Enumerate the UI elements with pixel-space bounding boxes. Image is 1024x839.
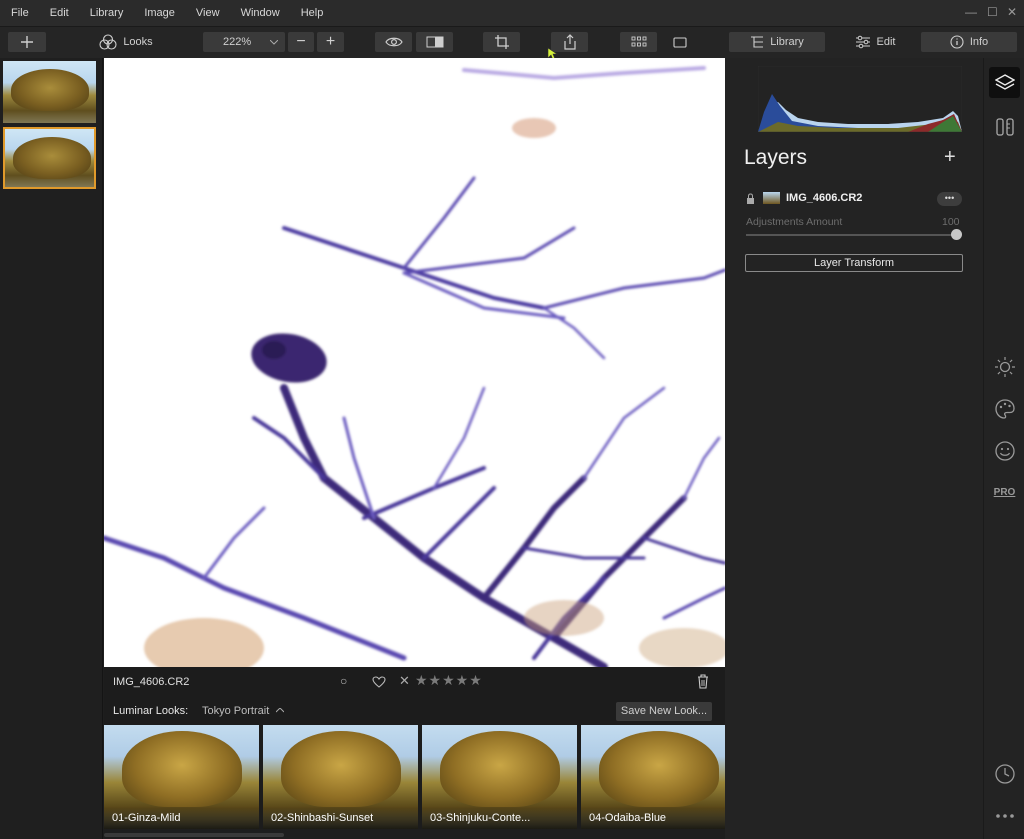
layers-title: Layers	[744, 146, 808, 169]
layer-transform-button[interactable]: Layer Transform	[745, 254, 963, 272]
photo-branches	[104, 66, 725, 667]
image-info-bar: IMG_4606.CR2 ○ ✕ ★★★★★	[104, 667, 725, 697]
looks-scrollbar[interactable]	[104, 833, 284, 837]
menu-file[interactable]: File	[0, 7, 39, 19]
clock-icon	[994, 763, 1015, 784]
layer-thumbnail	[763, 192, 780, 204]
edit-tab[interactable]: Edit	[840, 32, 910, 52]
looks-title: Luminar Looks:	[113, 705, 189, 717]
compare-button[interactable]	[416, 32, 453, 52]
more-options-button[interactable]	[989, 800, 1020, 831]
sliders-icon	[855, 35, 870, 49]
adjustments-value: 100	[942, 216, 960, 228]
menu-window[interactable]: Window	[230, 7, 290, 19]
flag-icon[interactable]: ○	[340, 674, 347, 688]
look-label: 01-Ginza-Mild	[104, 807, 259, 829]
info-icon	[950, 35, 964, 49]
layers-tool-button[interactable]	[989, 67, 1020, 98]
plus-icon	[21, 36, 33, 48]
layer-more-button[interactable]: •••	[937, 192, 962, 206]
lock-icon	[747, 193, 754, 204]
grid-icon	[631, 36, 646, 47]
look-thumbnail[interactable]: 02-Shinbashi-Sunset	[263, 725, 418, 829]
look-thumbnail[interactable]: 03-Shinjuku-Conte...	[422, 725, 577, 829]
library-label: Library	[770, 36, 804, 48]
zoom-select[interactable]: 222%	[203, 32, 285, 52]
maximize-button[interactable]: ☐	[987, 5, 998, 19]
library-tab[interactable]: Library	[729, 32, 825, 52]
palette-icon	[994, 398, 1015, 419]
histogram	[758, 66, 962, 132]
menu-library[interactable]: Library	[79, 7, 134, 19]
share-icon	[563, 34, 576, 50]
single-view-icon	[672, 36, 687, 48]
adjustments-slider-track[interactable]	[746, 234, 956, 236]
image-canvas[interactable]	[104, 58, 725, 667]
star-rating[interactable]: ★★★★★	[415, 672, 483, 689]
creative-tool-button[interactable]	[989, 393, 1020, 424]
looks-strip: 01-Ginza-Mild 02-Shinbashi-Sunset 03-Shi…	[104, 725, 725, 829]
ellipsis-icon	[995, 813, 1014, 818]
preview-button[interactable]	[375, 32, 412, 52]
add-layer-button[interactable]: +	[944, 146, 956, 169]
filmstrip	[0, 58, 103, 839]
looks-collection-select[interactable]: Tokyo Portrait	[202, 705, 269, 717]
layer-name[interactable]: IMG_4606.CR2	[786, 192, 862, 204]
menu-view[interactable]: View	[185, 7, 230, 19]
pro-tool-button[interactable]: PRO	[989, 477, 1020, 508]
edit-label: Edit	[876, 36, 896, 48]
trash-icon[interactable]	[697, 674, 709, 689]
chevron-up-icon[interactable]	[276, 708, 284, 713]
save-new-look-button[interactable]: Save New Look...	[616, 702, 712, 721]
adjustments-label: Adjustments Amount	[746, 216, 843, 228]
eye-icon	[384, 37, 403, 47]
smiley-icon	[994, 440, 1015, 461]
menu-image[interactable]: Image	[133, 7, 185, 19]
zoom-value: 222%	[223, 36, 252, 48]
zoom-in-button[interactable]: +	[317, 32, 344, 52]
looks-bar: Luminar Looks: Tokyo Portrait Save New L…	[104, 697, 725, 725]
sun-icon	[994, 356, 1015, 377]
layers-icon	[994, 73, 1015, 90]
look-label: 02-Shinbashi-Sunset	[263, 807, 418, 829]
looks-icon	[99, 34, 117, 50]
tool-rail: PRO	[983, 58, 1024, 839]
info-label: Info	[969, 36, 989, 48]
look-thumbnail[interactable]: 04-Odaiba-Blue	[581, 725, 725, 829]
look-label: 03-Shinjuku-Conte...	[422, 807, 577, 829]
history-button[interactable]	[989, 758, 1020, 789]
filmstrip-thumbnail[interactable]	[3, 61, 96, 123]
chevron-down-icon	[270, 40, 278, 45]
look-label: 04-Odaiba-Blue	[581, 807, 725, 829]
zoom-out-button[interactable]: −	[288, 32, 314, 52]
close-button[interactable]: ✕	[1007, 5, 1017, 19]
single-view-button[interactable]	[661, 32, 698, 52]
heart-icon[interactable]	[372, 676, 386, 688]
canvas-icon	[995, 117, 1014, 136]
toolbar: Looks 222% − + Library Edit Info	[0, 27, 1024, 61]
minimize-button[interactable]: —	[965, 5, 977, 19]
crop-icon	[494, 35, 509, 49]
essentials-tool-button[interactable]	[989, 351, 1020, 382]
menu-bar: File Edit Library Image View Window Help…	[0, 0, 1024, 27]
look-thumbnail[interactable]: 01-Ginza-Mild	[104, 725, 259, 829]
compare-icon	[426, 36, 443, 48]
canvas-tool-button[interactable]	[989, 111, 1020, 142]
portrait-tool-button[interactable]	[989, 435, 1020, 466]
grid-view-button[interactable]	[620, 32, 657, 52]
layers-panel: Layers + IMG_4606.CR2 ••• Adjustments Am…	[725, 58, 983, 839]
library-icon	[751, 36, 764, 48]
image-filename: IMG_4606.CR2	[113, 676, 190, 688]
adjustments-slider-handle[interactable]	[951, 229, 962, 240]
filmstrip-thumbnail-selected[interactable]	[3, 127, 96, 189]
menu-edit[interactable]: Edit	[39, 7, 79, 19]
menu-help[interactable]: Help	[290, 7, 334, 19]
looks-label: Looks	[123, 36, 153, 48]
crop-button[interactable]	[483, 32, 520, 52]
reject-icon[interactable]: ✕	[399, 673, 410, 689]
info-tab[interactable]: Info	[921, 32, 1017, 52]
looks-button[interactable]: Looks	[96, 32, 156, 52]
add-image-button[interactable]	[8, 32, 46, 52]
